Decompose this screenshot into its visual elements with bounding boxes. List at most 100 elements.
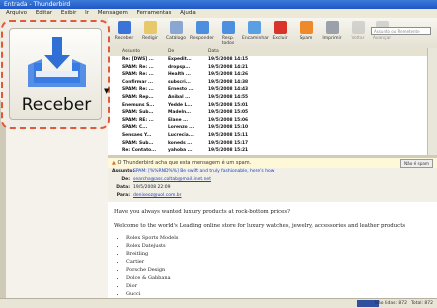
print-icon: [325, 21, 339, 34]
list-item: Dolce & Gabbana: [126, 274, 178, 282]
message-header-pane: Assunto:SPAM: [%%RND%%] Be swift and tru…: [108, 168, 437, 203]
row-subject: Re: Contato...: [122, 148, 157, 154]
row-date: 19/5/2008 14:26: [208, 72, 249, 78]
menu-bar: Arquivo Editar Exibir Ir Mensagem Ferram…: [0, 9, 437, 18]
list-item[interactable]: Re: [DWS] ... Expedit... 19/5/2008 14:15: [108, 56, 427, 64]
row-subject: Confirmar ...: [122, 79, 154, 85]
row-from: Health ...: [168, 72, 191, 78]
list-item[interactable]: Enemuns S... Yedde L... 19/5/2008 15:01: [108, 102, 427, 110]
menu-mensagem[interactable]: Mensagem: [98, 10, 128, 16]
toolbar-excluir-button[interactable]: Excluir: [268, 21, 292, 47]
list-item[interactable]: Re: Contato... yahoba ... 19/5/2008 15:21: [108, 147, 427, 155]
to-label: Para:: [116, 193, 130, 198]
toolbar-label: Redigir: [142, 36, 158, 41]
row-date: 19/5/2008 15:10: [208, 125, 249, 131]
list-item: Rolex Datejusts: [126, 242, 178, 250]
junk-message: O Thunderbird acha que esta mensagem é u…: [117, 160, 252, 166]
toolbar-responder-button[interactable]: Responder: [190, 21, 214, 47]
body-intro: Have you always wanted luxury products a…: [114, 209, 291, 215]
menu-ir[interactable]: Ir: [85, 10, 89, 16]
list-item[interactable]: SPAM: Rep... Anibal ... 19/5/2008 14:55: [108, 94, 427, 102]
toolbar-label: Avançar: [372, 36, 392, 41]
row-date: 19/5/2008 14:55: [208, 95, 249, 100]
subject-label: Assunto:: [112, 169, 135, 174]
reply-icon: [195, 21, 209, 34]
list-item: Rolex Sports Models: [126, 234, 178, 242]
toolbar-resp-todos-button[interactable]: Resp. todos: [216, 21, 240, 47]
menu-ferramentas[interactable]: Ferramentas: [137, 10, 172, 16]
row-subject: SPAM: Rep...: [122, 95, 154, 100]
junk-icon: [299, 21, 313, 34]
list-item[interactable]: Sensaes Y... Lucrecia... 19/5/2008 15:11: [108, 132, 427, 140]
toolbar-spam-button[interactable]: Spam: [294, 21, 318, 47]
row-from: subscri...: [168, 79, 191, 85]
back-icon: [351, 21, 365, 34]
forward-icon: [247, 21, 261, 34]
toolbar-voltar-button[interactable]: Voltar: [346, 21, 370, 47]
message-list[interactable]: Re: [DWS] ... Expedit... 19/5/2008 14:15 S…: [108, 56, 427, 155]
column-subject[interactable]: Assunto: [122, 48, 140, 56]
list-item: Porsche Design: [126, 266, 178, 274]
toolbar-encaminhar-button[interactable]: Encaminhar: [242, 21, 269, 47]
download-tray-icon: [28, 37, 86, 87]
menu-arquivo[interactable]: Arquivo: [6, 10, 27, 16]
row-subject: SPAM: C...: [122, 125, 148, 131]
get-mail-label: Receber: [21, 95, 92, 115]
get-mail-button[interactable]: Receber: [9, 28, 102, 120]
list-item: Cartier: [126, 258, 178, 266]
row-from: Lorenzo ...: [168, 125, 195, 131]
main-toolbar: Receber Redigir Catálogo Responder Resp.…: [108, 18, 437, 49]
from-label: De:: [121, 177, 130, 182]
row-from: Madeln...: [168, 110, 192, 116]
dropdown-arrow-icon: ▼: [104, 87, 110, 95]
row-date: 19/5/2008 14:43: [208, 87, 249, 93]
toolbar-label: Spam: [299, 36, 313, 41]
header-to-row: Para: deniseoz@uol.com.br: [112, 193, 182, 198]
column-from[interactable]: De: [168, 48, 174, 56]
row-date: 19/5/2008 14:15: [208, 57, 249, 62]
header-date-row: Data: 19/5/2008 22:09: [112, 185, 170, 190]
toolbar-redigir-button[interactable]: Redigir: [138, 21, 162, 47]
row-from: Elane ...: [168, 117, 189, 123]
search-input[interactable]: Assunto ou Remetente: [371, 27, 431, 35]
toolbar-catalogo-button[interactable]: Catálogo: [164, 21, 188, 47]
menu-editar[interactable]: Editar: [36, 10, 52, 16]
not-junk-button[interactable]: Não é spam: [400, 159, 433, 168]
list-item[interactable]: SPAM: Sub... Madeln... 19/5/2008 15:05: [108, 109, 427, 117]
menu-exibir[interactable]: Exibir: [61, 10, 77, 16]
list-item[interactable]: SPAM: Sub... koneds ... 19/5/2008 15:17: [108, 140, 427, 148]
folder-pane-strip: [0, 100, 6, 300]
list-item[interactable]: SPAM: Re: ... Health ... 19/5/2008 14:26: [108, 71, 427, 79]
row-date: 19/5/2008 15:17: [208, 140, 249, 146]
list-item[interactable]: SPAM: RE: ... Elane ... 19/5/2008 15:06: [108, 117, 427, 125]
toolbar-label: Excluir: [272, 36, 288, 41]
list-item[interactable]: SPAM: Re: ... Ernesto ... 19/5/2008 14:43: [108, 86, 427, 94]
header-to[interactable]: deniseoz@uol.com.br: [133, 193, 182, 198]
row-from: Anibal ...: [168, 95, 191, 100]
row-subject: Sensaes Y...: [122, 133, 152, 138]
list-item: Gucci: [126, 290, 178, 298]
row-subject: SPAM: RE: ...: [122, 117, 154, 123]
row-subject: SPAM: Sub...: [122, 110, 154, 116]
menu-ajuda[interactable]: Ajuda: [180, 10, 196, 16]
toolbar-label: Resp. todos: [221, 36, 235, 46]
list-item[interactable]: SPAM: Re: ... dropsp... 19/5/2008 14:21: [108, 64, 427, 72]
toolbar-imprimir-button[interactable]: Imprimir: [320, 21, 344, 47]
flame-icon: ▲: [112, 160, 116, 166]
row-subject: Re: [DWS] ...: [122, 57, 154, 62]
body-welcome: Welcome to the world's Leading online st…: [114, 223, 406, 229]
row-subject: SPAM: Re: ...: [122, 64, 154, 70]
toolbar-receber-button[interactable]: Receber: [112, 21, 136, 47]
list-item[interactable]: Confirmar ... subscri... 19/5/2008 14:38: [108, 79, 427, 87]
header-subject: SPAM: [%%RND%%] Be swift and truly fashi…: [133, 169, 275, 174]
list-scrollbar[interactable]: [427, 48, 437, 155]
list-item[interactable]: SPAM: C... Lorenzo ... 19/5/2008 15:10: [108, 124, 427, 132]
header-from[interactable]: searcha@ass.coltab@mail.inet.net: [133, 177, 211, 182]
row-subject: SPAM: Sub...: [122, 140, 154, 146]
column-date[interactable]: Data: [208, 48, 219, 56]
address-book-icon: [169, 21, 183, 34]
row-from: Expedit...: [168, 57, 192, 62]
delete-icon: [273, 21, 287, 34]
toolbar-label: Encaminhar: [242, 36, 269, 41]
get-mail-dropdown[interactable]: ▼: [104, 87, 110, 95]
